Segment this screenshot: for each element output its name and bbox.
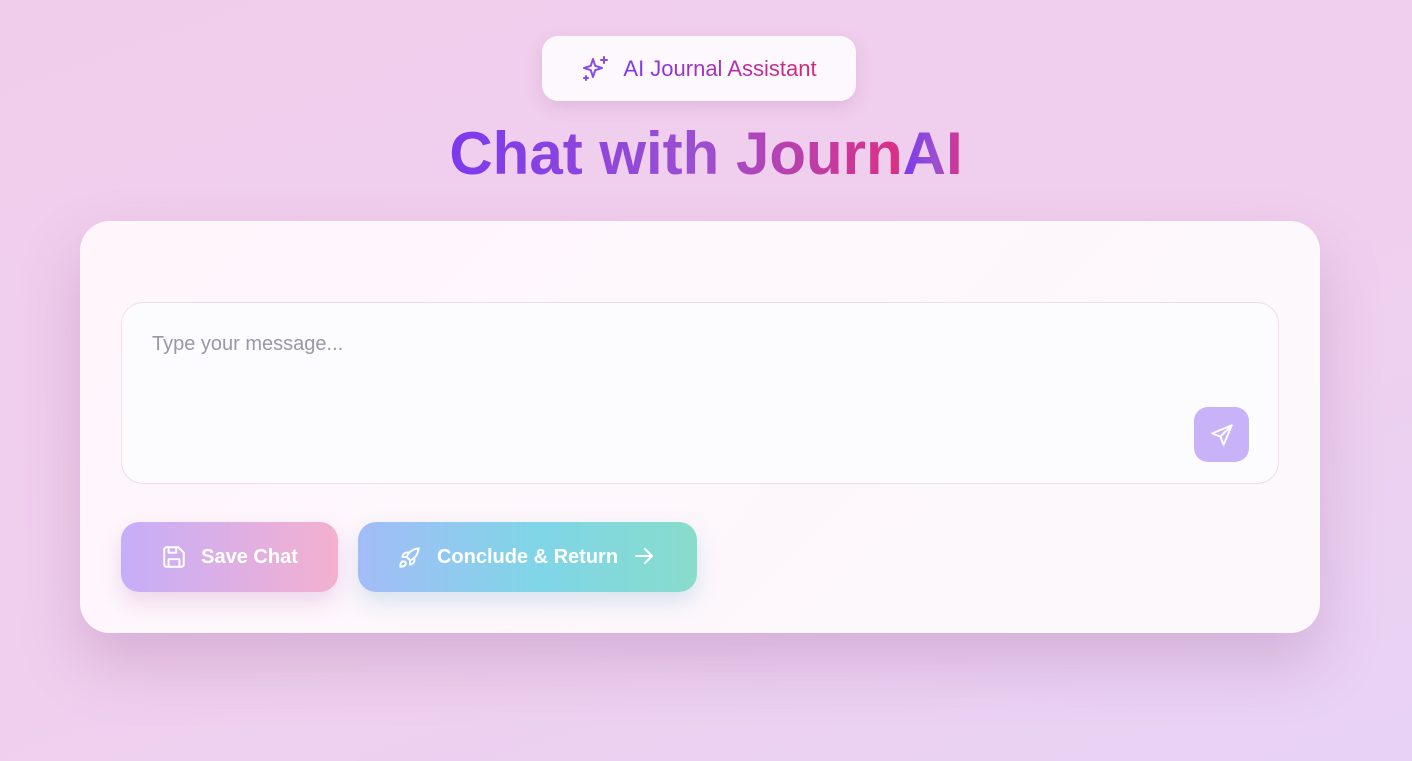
page-title: Chat with JournAI [0,114,1412,194]
conclude-return-label: Conclude & Return [436,545,619,568]
rocket-icon [397,544,423,570]
send-button[interactable] [1194,407,1249,462]
send-icon [1209,422,1235,448]
save-chat-label: Save Chat [201,545,298,568]
conclude-return-button[interactable]: Conclude & Return [358,522,697,592]
save-icon [161,544,187,570]
save-chat-button[interactable]: Save Chat [121,522,338,592]
chat-card: Save Chat Conclude & Return [80,221,1320,633]
title-suffix: AI [902,120,963,187]
message-input[interactable] [152,333,1172,443]
message-composer [121,302,1279,484]
sparkles-icon [581,54,611,84]
assistant-badge: AI Journal Assistant [542,36,856,101]
badge-label: AI Journal Assistant [623,55,817,81]
arrow-right-icon [632,544,658,570]
title-prefix: Chat with Journ [449,120,903,187]
